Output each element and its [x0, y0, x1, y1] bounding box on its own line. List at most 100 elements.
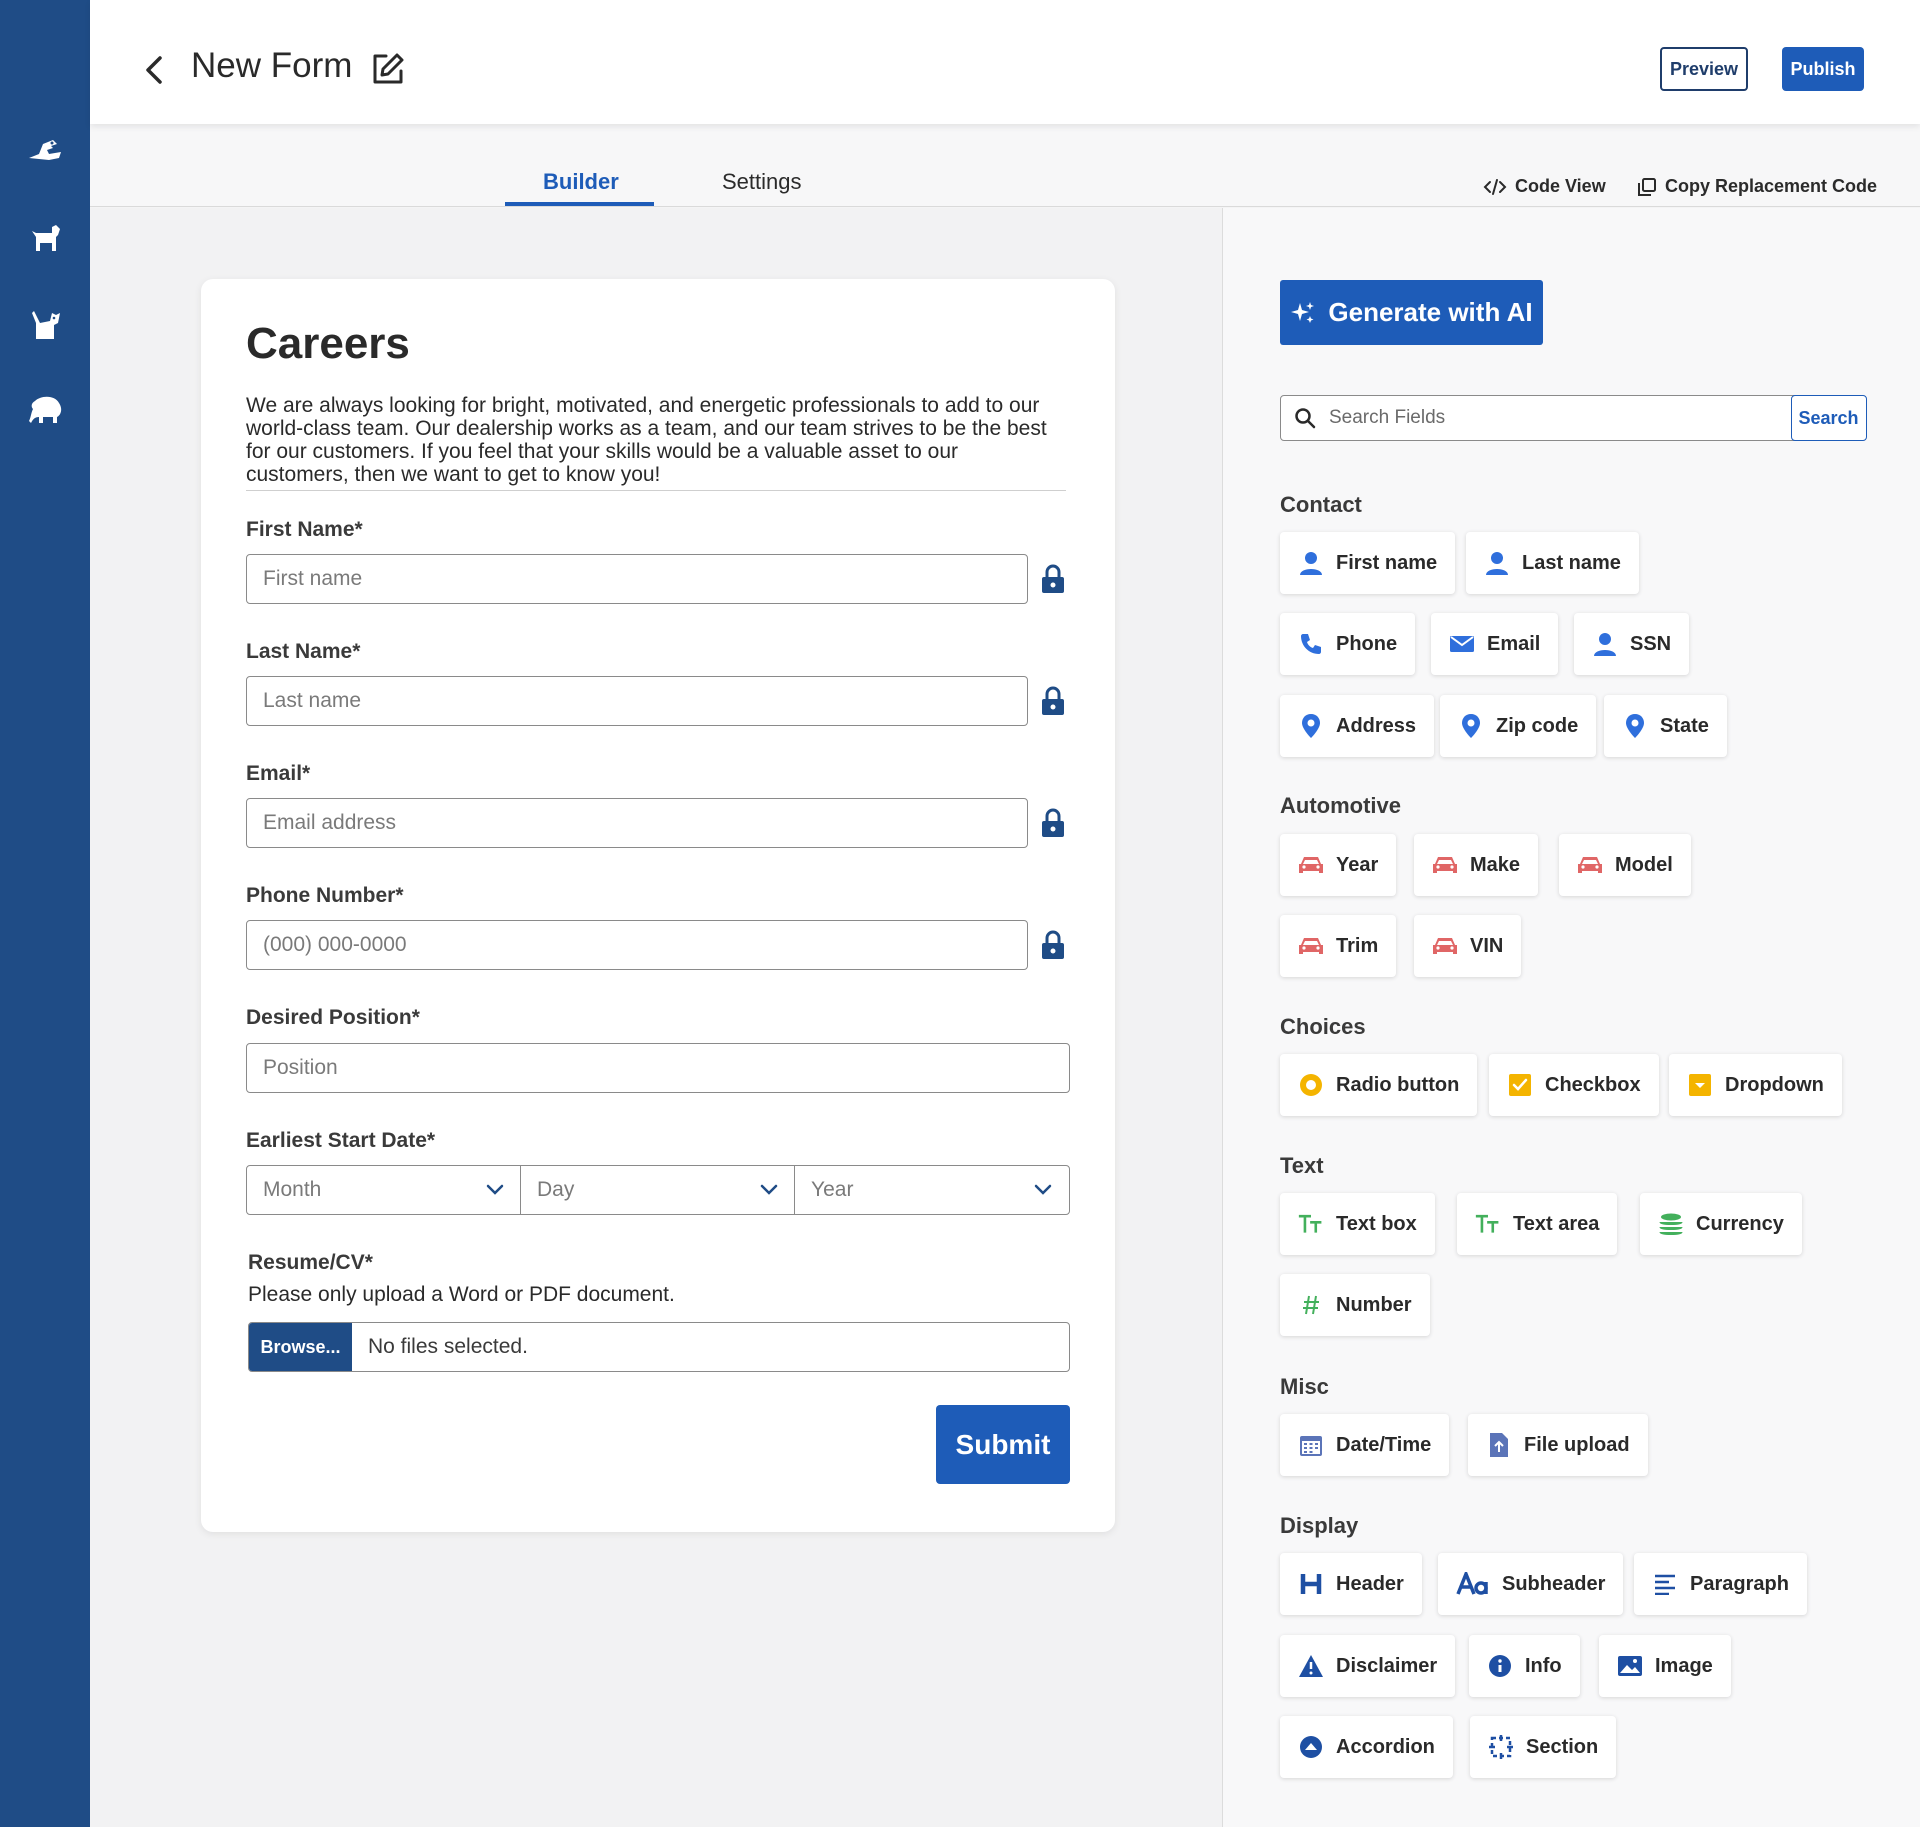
generate-with-ai-label: Generate with AI: [1328, 297, 1533, 327]
sparkle-icon: [1291, 301, 1315, 323]
field-last-name[interactable]: Last name: [1466, 532, 1639, 594]
field-file-upload[interactable]: File upload: [1468, 1414, 1648, 1476]
code-view-link[interactable]: Code View: [1483, 176, 1606, 197]
position-label: Desired Position*: [246, 1006, 420, 1029]
car-icon: [1432, 852, 1458, 878]
day-select[interactable]: Day: [520, 1165, 796, 1215]
lock-icon[interactable]: [1040, 686, 1066, 716]
field-dropdown[interactable]: Dropdown: [1669, 1054, 1842, 1116]
elephant-icon[interactable]: [26, 393, 64, 427]
preview-button[interactable]: Preview: [1660, 47, 1748, 91]
field-date-time[interactable]: Date/Time: [1280, 1414, 1450, 1476]
form-title: New Form: [191, 46, 353, 85]
email-field[interactable]: [246, 798, 1028, 848]
calendar-icon: [1298, 1432, 1324, 1458]
left-rail: [0, 0, 90, 1827]
last-name-label: Last Name*: [246, 640, 361, 663]
field-disclaimer[interactable]: Disclaimer: [1280, 1635, 1456, 1697]
code-view-label: Code View: [1515, 176, 1606, 196]
lock-icon[interactable]: [1040, 930, 1066, 960]
field-checkbox[interactable]: Checkbox: [1489, 1054, 1659, 1116]
car-icon: [1298, 852, 1324, 878]
field-state[interactable]: State: [1604, 695, 1727, 757]
phone-field[interactable]: [246, 920, 1028, 970]
tab-settings[interactable]: Settings: [722, 169, 802, 195]
phone-label: Phone Number*: [246, 884, 404, 907]
field-zip-code[interactable]: Zip code: [1440, 695, 1597, 757]
resume-hint: Please only upload a Word or PDF documen…: [248, 1283, 675, 1306]
search-fields-input[interactable]: [1329, 396, 1791, 440]
back-arrow-icon[interactable]: [140, 50, 170, 90]
lock-icon[interactable]: [1040, 564, 1066, 594]
text-type-icon: [1475, 1211, 1501, 1237]
person-icon: [1592, 631, 1618, 657]
year-select-value: Year: [811, 1178, 854, 1201]
position-field[interactable]: [246, 1043, 1070, 1093]
field-text-area-label: Text area: [1513, 1212, 1600, 1235]
field-radio-button[interactable]: Radio button: [1280, 1054, 1478, 1116]
group-display: Display: [1280, 1513, 1359, 1538]
dog-icon[interactable]: [26, 220, 64, 254]
field-vin-label: VIN: [1470, 934, 1504, 957]
text-type-icon: [1298, 1211, 1324, 1237]
cat-icon[interactable]: [26, 307, 64, 341]
field-paragraph[interactable]: Paragraph: [1634, 1553, 1807, 1615]
field-date-time-label: Date/Time: [1336, 1433, 1432, 1456]
group-contact: Contact: [1280, 492, 1362, 517]
field-accordion-label: Accordion: [1336, 1735, 1435, 1758]
month-select[interactable]: Month: [246, 1165, 522, 1215]
field-zip-code-label: Zip code: [1496, 714, 1579, 737]
field-ssn[interactable]: SSN: [1574, 613, 1690, 675]
publish-button[interactable]: Publish: [1782, 47, 1864, 91]
first-name-label: First Name*: [246, 518, 363, 541]
browse-button[interactable]: Browse...: [249, 1323, 352, 1371]
section-icon: [1488, 1734, 1514, 1760]
tab-bar: Builder Settings Code View Copy Replacem…: [90, 124, 1920, 207]
field-first-name[interactable]: First name: [1280, 532, 1456, 594]
field-address[interactable]: Address: [1280, 695, 1435, 757]
field-vin[interactable]: VIN: [1414, 915, 1522, 977]
field-model[interactable]: Model: [1559, 834, 1691, 896]
field-info[interactable]: Info: [1469, 1635, 1580, 1697]
tab-builder[interactable]: Builder: [543, 169, 619, 195]
year-select[interactable]: Year: [794, 1165, 1070, 1215]
chevron-down-icon: [486, 1184, 504, 1195]
image-icon: [1617, 1653, 1643, 1679]
chevron-down-icon: [760, 1184, 778, 1195]
field-year[interactable]: Year: [1280, 834, 1397, 896]
field-currency[interactable]: Currency: [1640, 1193, 1802, 1255]
search-button[interactable]: Search: [1790, 395, 1867, 441]
submit-button[interactable]: Submit: [936, 1405, 1070, 1484]
field-number-label: Number: [1336, 1293, 1412, 1316]
field-make[interactable]: Make: [1414, 834, 1539, 896]
lock-icon[interactable]: [1040, 808, 1066, 838]
field-first-name-label: First name: [1336, 551, 1438, 574]
group-automotive: Automotive: [1280, 793, 1401, 818]
copy-replacement-code-link[interactable]: Copy Replacement Code: [1637, 176, 1877, 197]
search-icon: [1281, 396, 1329, 440]
edit-pencil-icon[interactable]: [370, 51, 406, 87]
car-icon: [1432, 933, 1458, 959]
bird-icon[interactable]: [26, 134, 64, 168]
field-state-label: State: [1660, 714, 1709, 737]
field-text-area[interactable]: Text area: [1457, 1193, 1618, 1255]
field-phone[interactable]: Phone: [1280, 613, 1416, 675]
field-accordion[interactable]: Accordion: [1280, 1716, 1453, 1778]
field-trim[interactable]: Trim: [1280, 915, 1397, 977]
field-phone-label: Phone: [1336, 632, 1398, 655]
field-section[interactable]: Section: [1470, 1716, 1617, 1778]
field-model-label: Model: [1615, 853, 1673, 876]
field-header[interactable]: Header: [1280, 1553, 1422, 1615]
group-text: Text: [1280, 1153, 1324, 1178]
field-number[interactable]: Number: [1280, 1274, 1430, 1336]
field-image[interactable]: Image: [1599, 1635, 1731, 1697]
field-email[interactable]: Email: [1431, 613, 1559, 675]
search-fields-box: Search: [1280, 395, 1867, 441]
last-name-field[interactable]: [246, 676, 1028, 726]
field-subheader[interactable]: Subheader: [1438, 1553, 1624, 1615]
field-text-box[interactable]: Text box: [1280, 1193, 1435, 1255]
first-name-field[interactable]: [246, 554, 1028, 604]
person-icon: [1298, 550, 1324, 576]
generate-with-ai-button[interactable]: Generate with AI: [1280, 280, 1543, 345]
car-icon: [1298, 933, 1324, 959]
